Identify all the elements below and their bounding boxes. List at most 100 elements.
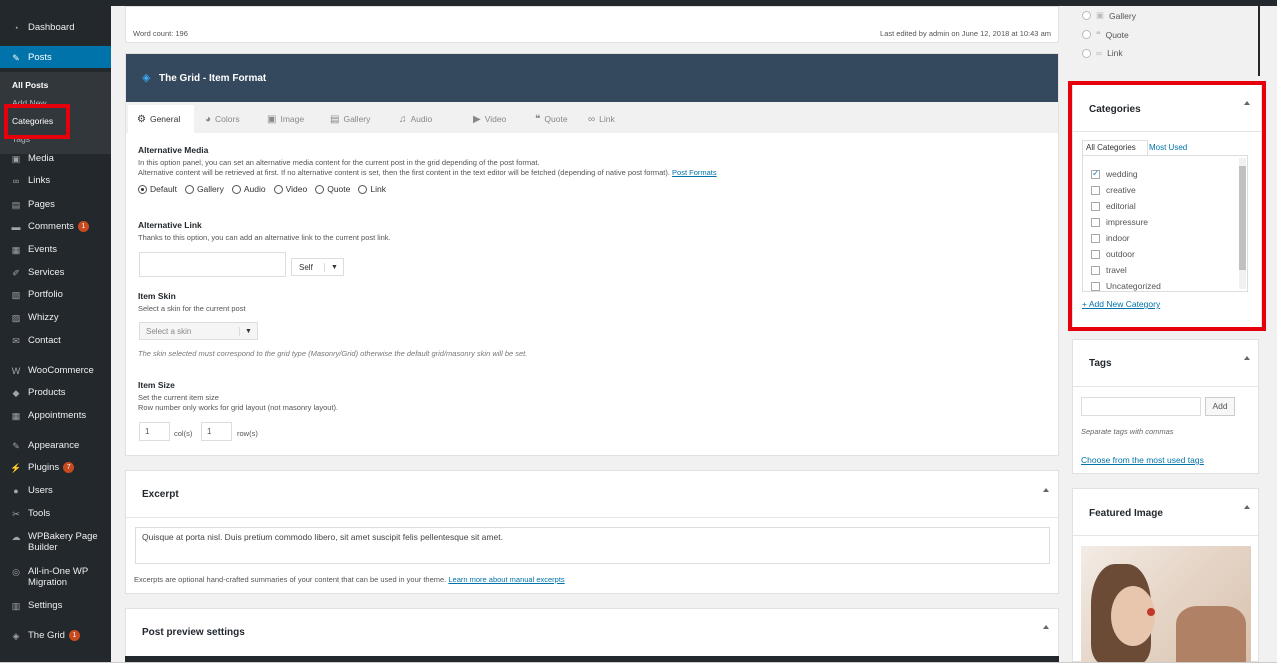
- submenu-all-posts[interactable]: All Posts: [12, 80, 48, 90]
- excerpt-textarea[interactable]: Quisque at porta nisl. Duis pretium comm…: [135, 527, 1050, 564]
- sidebar-item-settings[interactable]: ▥ Settings: [0, 600, 111, 620]
- audio-icon: ♫: [399, 113, 407, 125]
- services-icon: ✐: [12, 267, 20, 278]
- whizzy-icon: ▨: [11, 312, 21, 323]
- tag-input[interactable]: [1081, 397, 1201, 416]
- tab-gallery[interactable]: ▤ Gallery: [321, 105, 387, 133]
- radio-gallery[interactable]: Gallery: [184, 184, 224, 194]
- grid-box-header: ◈ The Grid - Item Format: [126, 54, 1058, 102]
- sidebar-item-appointments[interactable]: ▦ Appointments: [0, 410, 111, 430]
- sidebar-item-events[interactable]: ▦ Events: [0, 244, 111, 264]
- format-gallery[interactable]: ▣ Gallery: [1082, 10, 1136, 21]
- sidebar-item-contact[interactable]: ✉ Contact: [0, 335, 111, 355]
- sidebar-item-services[interactable]: ✐ Services: [0, 267, 111, 287]
- editor-status: Word count: 196 Last edited by admin on …: [125, 6, 1059, 43]
- radio-circle: [1082, 30, 1091, 39]
- radio-circle: [1082, 48, 1091, 58]
- alt-link-desc: Thanks to this option, you can add an al…: [138, 233, 391, 242]
- sidebar-item-media[interactable]: ▣ Media: [0, 153, 111, 173]
- add-tag-button[interactable]: Add: [1205, 397, 1235, 416]
- radio-video[interactable]: Video: [273, 184, 308, 194]
- featured-image-box: Featured Image: [1072, 488, 1259, 662]
- collapse-arrow-icon[interactable]: [1244, 505, 1250, 509]
- collapse-arrow-icon[interactable]: [1244, 356, 1250, 360]
- sidebar-item-tools[interactable]: ✂ Tools: [0, 508, 111, 528]
- alt-link-input[interactable]: [139, 252, 286, 277]
- sidebar-item-wpbakery-page-builder[interactable]: ☁ WPBakery Page Builder: [0, 531, 111, 561]
- palette-icon: ◕: [205, 113, 212, 125]
- sidebar-item-label: Comments: [28, 221, 74, 232]
- portfolio-icon: ▧: [11, 289, 21, 300]
- chevron-down-icon: ▼: [331, 263, 338, 271]
- tab-colors[interactable]: ◕ Colors: [196, 105, 256, 133]
- sidebar-item-appearance[interactable]: ✎ Appearance: [0, 440, 111, 460]
- radio-circle: [1082, 11, 1091, 20]
- sidebar-item-label: Events: [28, 244, 58, 255]
- quote-icon: ❝: [535, 113, 541, 125]
- sidebar-item-portfolio[interactable]: ▧ Portfolio: [0, 289, 111, 309]
- sidebar-item-users[interactable]: ● Users: [0, 485, 111, 505]
- tab-link[interactable]: ∞ Link: [579, 105, 624, 133]
- radio-circle: [273, 184, 283, 194]
- link-target-select[interactable]: Self ▼: [291, 258, 344, 276]
- tab-label: Image: [280, 114, 305, 124]
- format-link[interactable]: ∞ Link: [1082, 48, 1123, 58]
- sidebar-item-label: Appointments: [28, 410, 87, 421]
- word-count: Word count: 196: [133, 29, 188, 38]
- radio-link[interactable]: Link: [358, 184, 386, 194]
- radio-label: Audio: [243, 184, 266, 194]
- count-badge: 1: [68, 630, 80, 641]
- sidebar-item-dashboard[interactable]: ◔ Dashboard: [0, 16, 111, 38]
- sidebar-item-pages[interactable]: ▤ Pages: [0, 199, 111, 219]
- sidebar-item-label: Posts: [28, 52, 52, 63]
- woocommerce-icon: W: [11, 365, 21, 376]
- highlight-categories-box: [1068, 81, 1266, 331]
- sidebar-item-posts[interactable]: ✎ Posts: [0, 46, 111, 68]
- sidebar-item-label: Dashboard: [28, 22, 75, 33]
- link-icon: ∞: [588, 113, 596, 125]
- media-icon: ▣: [11, 153, 21, 164]
- radio-audio[interactable]: Audio: [231, 184, 266, 194]
- tab-label: Video: [484, 114, 507, 124]
- radio-label: Quote: [327, 184, 351, 194]
- video-icon: ▶: [473, 113, 481, 125]
- sidebar-item-whizzy[interactable]: ▨ Whizzy: [0, 312, 111, 332]
- item-size-title: Item Size: [138, 380, 175, 390]
- tab-image[interactable]: ▣ Image: [258, 105, 318, 133]
- tab-video[interactable]: ▶ Video: [464, 105, 522, 133]
- collapse-arrow-icon[interactable]: [1043, 625, 1049, 629]
- cols-input[interactable]: 1: [139, 422, 170, 441]
- gallery-icon: ▤: [330, 113, 340, 125]
- item-size-desc-1: Set the current item size: [138, 393, 219, 402]
- pages-icon: ▤: [11, 199, 21, 210]
- sidebar-item-woocommerce[interactable]: W WooCommerce: [0, 365, 111, 385]
- radio-default[interactable]: Default: [138, 184, 177, 194]
- sidebar-item-the-grid[interactable]: ◈ The Grid 1: [0, 630, 111, 650]
- tab-general[interactable]: ⚙ General: [128, 105, 194, 133]
- gear-icon: ⚙: [137, 113, 146, 125]
- sidebar-item-all-in-one-wp-migration[interactable]: ◎ All-in-One WP Migration: [0, 566, 111, 596]
- link-target-value: Self: [292, 262, 325, 272]
- format-quote[interactable]: ❝ Quote: [1082, 29, 1129, 40]
- radio-quote[interactable]: Quote: [315, 184, 350, 194]
- collapse-arrow-icon[interactable]: [1043, 488, 1049, 492]
- sidebar-item-links[interactable]: ∞ Links: [0, 175, 111, 195]
- post-formats-link[interactable]: Post Formats: [672, 168, 717, 177]
- tab-quote[interactable]: ❝ Quote: [526, 105, 576, 133]
- tab-audio[interactable]: ♫ Audio: [390, 105, 460, 133]
- excerpt-learn-more-link[interactable]: Learn more about manual excerpts: [448, 575, 564, 584]
- skin-select[interactable]: Select a skin ▼: [139, 322, 258, 340]
- choose-tags-link[interactable]: Choose from the most used tags: [1081, 455, 1204, 465]
- radio-label: Video: [285, 184, 308, 194]
- sidebar-item-plugins[interactable]: ⚡ Plugins 7: [0, 462, 111, 482]
- sidebar-item-comments[interactable]: ▬ Comments 1: [0, 221, 111, 241]
- sidebar-item-label: Whizzy: [28, 312, 59, 323]
- calendar-icon: ▦: [11, 244, 21, 255]
- featured-image-thumbnail[interactable]: [1081, 546, 1251, 662]
- grid-box-title: The Grid - Item Format: [159, 73, 267, 84]
- tab-label: Quote: [544, 114, 568, 124]
- rows-input[interactable]: 1: [201, 422, 232, 441]
- alt-media-desc-2: Alternative content will be retrieved at…: [138, 168, 670, 177]
- pin-icon: ✎: [12, 52, 20, 63]
- sidebar-item-products[interactable]: ◆ Products: [0, 387, 111, 407]
